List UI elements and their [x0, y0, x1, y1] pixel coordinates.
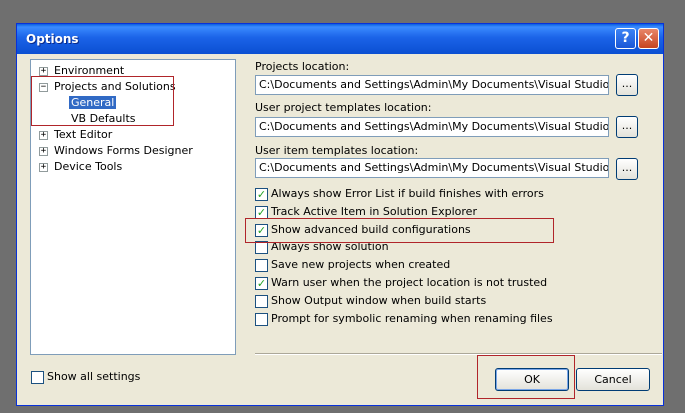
option-label: Track Active Item in Solution Explorer — [271, 205, 477, 218]
user-item-templates-browse-button[interactable]: ... — [616, 158, 638, 180]
option-label: Warn user when the project location is n… — [271, 276, 548, 289]
window-title: Options — [26, 32, 79, 46]
close-button[interactable]: ✕ — [638, 28, 659, 49]
expand-icon[interactable]: + — [39, 67, 48, 76]
projects-location-browse-button[interactable]: ... — [616, 74, 638, 96]
options-dialog: Options ? ✕ + Environment − Projects and… — [16, 23, 664, 406]
option-label: Always show solution — [271, 240, 389, 253]
cancel-button[interactable]: Cancel — [576, 368, 650, 391]
option-label: Always show Error List if build finishes… — [271, 187, 544, 200]
user-item-templates-input[interactable]: C:\Documents and Settings\Admin\My Docum… — [255, 158, 609, 178]
option-label: Show all settings — [47, 370, 141, 383]
user-item-templates-label: User item templates location: — [255, 144, 419, 157]
checkbox[interactable] — [31, 371, 44, 384]
title-bar[interactable]: Options ? ✕ — [17, 24, 663, 54]
ok-button[interactable]: OK — [495, 368, 569, 391]
separator — [255, 353, 662, 355]
option-label: Save new projects when created — [271, 258, 451, 271]
option-label: Show Output window when build starts — [271, 294, 487, 307]
expand-icon[interactable]: + — [39, 147, 48, 156]
options-tree[interactable]: + Environment − Projects and Solutions G… — [30, 59, 236, 355]
user-project-templates-browse-button[interactable]: ... — [616, 116, 638, 138]
checkbox[interactable]: ✓ — [255, 188, 268, 201]
tree-item-label: General — [69, 96, 117, 109]
tree-item-label: Text Editor — [54, 128, 113, 141]
checkbox[interactable] — [255, 259, 268, 272]
tree-item-label: VB Defaults — [71, 112, 136, 125]
checkbox[interactable] — [255, 295, 268, 308]
option-label: Prompt for symbolic renaming when renami… — [271, 312, 553, 325]
checkbox[interactable]: ✓ — [255, 277, 268, 290]
collapse-icon[interactable]: − — [39, 83, 48, 92]
option-label: Show advanced build configurations — [271, 223, 471, 236]
tree-item-label: Projects and Solutions — [54, 80, 176, 93]
user-project-templates-input[interactable]: C:\Documents and Settings\Admin\My Docum… — [255, 117, 609, 137]
tree-item-label: Windows Forms Designer — [54, 144, 193, 157]
help-button[interactable]: ? — [615, 28, 636, 49]
tree-item-vb-defaults[interactable]: VB Defaults — [71, 111, 136, 127]
expand-icon[interactable]: + — [39, 163, 48, 172]
tree-item-label: Environment — [54, 64, 125, 77]
checkbox[interactable]: ✓ — [255, 206, 268, 219]
tree-item-general[interactable]: General — [69, 95, 117, 111]
tree-item-label: Device Tools — [54, 160, 123, 173]
projects-location-input[interactable]: C:\Documents and Settings\Admin\My Docum… — [255, 75, 609, 95]
user-project-templates-label: User project templates location: — [255, 101, 432, 114]
checkbox[interactable]: ✓ — [255, 224, 268, 237]
checkbox[interactable] — [255, 241, 268, 254]
checkbox[interactable] — [255, 313, 268, 326]
expand-icon[interactable]: + — [39, 131, 48, 140]
projects-location-label: Projects location: — [255, 60, 350, 73]
